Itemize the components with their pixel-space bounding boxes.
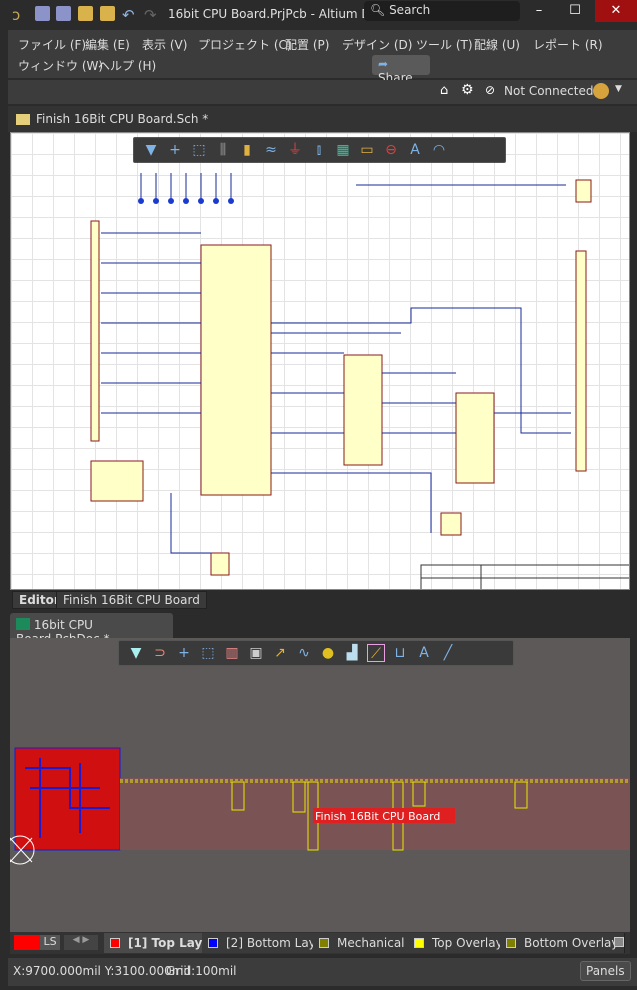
pcb-board-overview xyxy=(14,747,121,851)
text-icon[interactable]: A xyxy=(415,644,433,662)
layer-tab-bottom-overlay[interactable]: Bottom Overlay xyxy=(500,933,626,953)
close-button[interactable]: ✕ xyxy=(595,0,637,22)
layer-color-swatch xyxy=(208,938,218,948)
open-project-icon[interactable] xyxy=(100,6,115,21)
pcb-board-label: Finish 16Bit CPU Board xyxy=(315,810,441,823)
status-bar: X:9700.000mil Y:3100.000mil Grid:100mil … xyxy=(8,958,637,986)
align-icon[interactable]: ▥ xyxy=(223,644,241,662)
menu-reports[interactable]: レポート (R) xyxy=(533,36,603,53)
search-placeholder: Search xyxy=(389,3,431,17)
home-icon[interactable]: ⌂ xyxy=(440,83,448,98)
select-rectangle-icon[interactable]: ⬚ xyxy=(199,644,217,662)
snap-magnet-icon[interactable]: ⊃ xyxy=(151,644,169,662)
memory-component-2 xyxy=(455,392,495,484)
menu-place[interactable]: 配置 (P) xyxy=(285,36,329,53)
layer-set-button[interactable]: LS xyxy=(40,935,60,950)
pcb-document-tab[interactable]: 16bit CPU Board.PcbDoc * xyxy=(10,613,173,646)
open-folder-icon[interactable] xyxy=(78,6,93,21)
editor-tabs: Editor Finish 16Bit CPU Board xyxy=(10,590,630,610)
menu-file[interactable]: ファイル (F) xyxy=(18,36,86,53)
search-input[interactable]: 🔍︎ Search xyxy=(364,1,520,21)
title-bar: ↄ ↶ ↷ 16bit CPU Board.PrjPcb - Altium De… xyxy=(0,0,637,28)
layer-name: Bottom Overlay xyxy=(524,936,619,950)
pcb-active-bar: ▼ ⊃ + ⬚ ▥ ▣ ↗ ∿ ● ▟ ⟋ ⊔ A ╱ xyxy=(118,640,514,666)
menu-window[interactable]: ウィンドウ (W) xyxy=(18,57,103,74)
layer-tabs-bar: LS ◀ ▶ [1] Top Layer [2] Bottom Layer Me… xyxy=(10,932,630,954)
track-icon[interactable]: ⟋ xyxy=(367,644,385,662)
search-icon: 🔍︎ xyxy=(370,3,386,17)
minimize-button[interactable]: – xyxy=(522,0,556,22)
share-button[interactable]: ➦ Share xyxy=(372,55,430,85)
crosshair-icon[interactable]: + xyxy=(175,644,193,662)
save-all-icon[interactable] xyxy=(56,6,71,21)
layer-name: Mechanical 4 xyxy=(337,936,416,950)
menu-help[interactable]: ヘルプ (H) xyxy=(98,57,156,74)
share-arrow-icon: ➦ xyxy=(378,57,389,71)
connector-left xyxy=(90,220,100,442)
layer-name: Top Overlay xyxy=(432,936,503,950)
layer-tab-more[interactable] xyxy=(614,937,624,947)
component-icon[interactable]: ▣ xyxy=(247,644,265,662)
menu-view[interactable]: 表示 (V) xyxy=(142,36,187,53)
panels-button[interactable]: Panels xyxy=(580,961,631,981)
layer-scroll-arrows[interactable]: ◀ ▶ xyxy=(64,935,98,950)
filter-icon[interactable]: ▼ xyxy=(127,644,145,662)
line-icon[interactable]: ╱ xyxy=(439,644,457,662)
schematic-tab-label: Finish 16Bit CPU Board.Sch * xyxy=(36,112,209,126)
window-title: 16bit CPU Board.PrjPcb - Altium De... xyxy=(168,7,390,21)
pcb-canvas[interactable]: ▼ ⊃ + ⬚ ▥ ▣ ↗ ∿ ● ▟ ⟋ ⊔ A ╱ Finish 16Bit… xyxy=(10,638,630,932)
dimension-icon[interactable]: ⊔ xyxy=(391,644,409,662)
connection-row: ⌂ ⚙ ⊘ Not Connected ▼ xyxy=(8,80,637,104)
tab-sheet[interactable]: Finish 16Bit CPU Board xyxy=(56,591,207,609)
user-avatar[interactable] xyxy=(593,83,609,99)
menu-edit[interactable]: 編集 (E) xyxy=(85,36,130,53)
save-icon[interactable] xyxy=(35,6,50,21)
interactive-length-tune-icon[interactable]: ∿ xyxy=(295,644,313,662)
cloud-disconnected-icon[interactable]: ⊘ xyxy=(485,83,495,97)
undo-icon[interactable]: ↶ xyxy=(122,6,137,24)
schematic-drawing xyxy=(90,173,629,589)
connection-status[interactable]: Not Connected xyxy=(504,84,593,98)
layer-color-swatch xyxy=(506,938,516,948)
power-connector xyxy=(575,179,592,203)
menu-tools[interactable]: ツール (T) xyxy=(416,36,473,53)
layer-tab-mechanical-4[interactable]: Mechanical 4 xyxy=(313,933,423,953)
layer-color-swatch xyxy=(319,938,329,948)
schematic-file-icon xyxy=(16,114,30,125)
layer-color-swatch xyxy=(110,938,120,948)
grid-size: Grid:100mil xyxy=(166,964,237,978)
current-layer-color-swatch[interactable] xyxy=(14,935,40,950)
layer-color-swatch xyxy=(414,938,424,948)
cpu-component xyxy=(200,244,272,496)
chevron-down-icon[interactable]: ▼ xyxy=(615,84,622,94)
serial-ic xyxy=(90,460,144,502)
route-icon[interactable]: ↗ xyxy=(271,644,289,662)
cursor-coordinates: X:9700.000mil Y:3100.000mil xyxy=(13,964,191,978)
regulator-ic xyxy=(210,552,230,576)
gear-icon[interactable]: ⚙ xyxy=(461,82,474,98)
maximize-button[interactable]: ☐ xyxy=(558,0,592,22)
schematic-canvas[interactable]: ▼ + ⬚ ⫼ ▮ ≈ ⏚ ⫾ ▦ ▭ ⊖ A ◠ xyxy=(10,132,630,590)
schematic-document-tab[interactable]: Finish 16Bit CPU Board.Sch * xyxy=(8,106,637,132)
via-icon[interactable]: ● xyxy=(319,644,337,662)
menu-design[interactable]: デザイン (D) xyxy=(342,36,412,53)
connector-right xyxy=(575,250,587,472)
menu-project[interactable]: プロジェクト (C) xyxy=(198,36,292,53)
polygon-icon[interactable]: ▟ xyxy=(343,644,361,662)
reset-ic xyxy=(440,512,462,536)
redo-icon[interactable]: ↷ xyxy=(144,6,159,24)
memory-component xyxy=(343,354,383,466)
menu-bar: ファイル (F) 編集 (E) 表示 (V) プロジェクト (C) 配置 (P)… xyxy=(8,30,637,78)
altium-logo-icon: ↄ xyxy=(12,6,21,24)
menu-route[interactable]: 配線 (U) xyxy=(474,36,520,53)
layer-tab-top-overlay[interactable]: Top Overlay xyxy=(408,933,510,953)
pcb-file-icon xyxy=(16,618,30,630)
